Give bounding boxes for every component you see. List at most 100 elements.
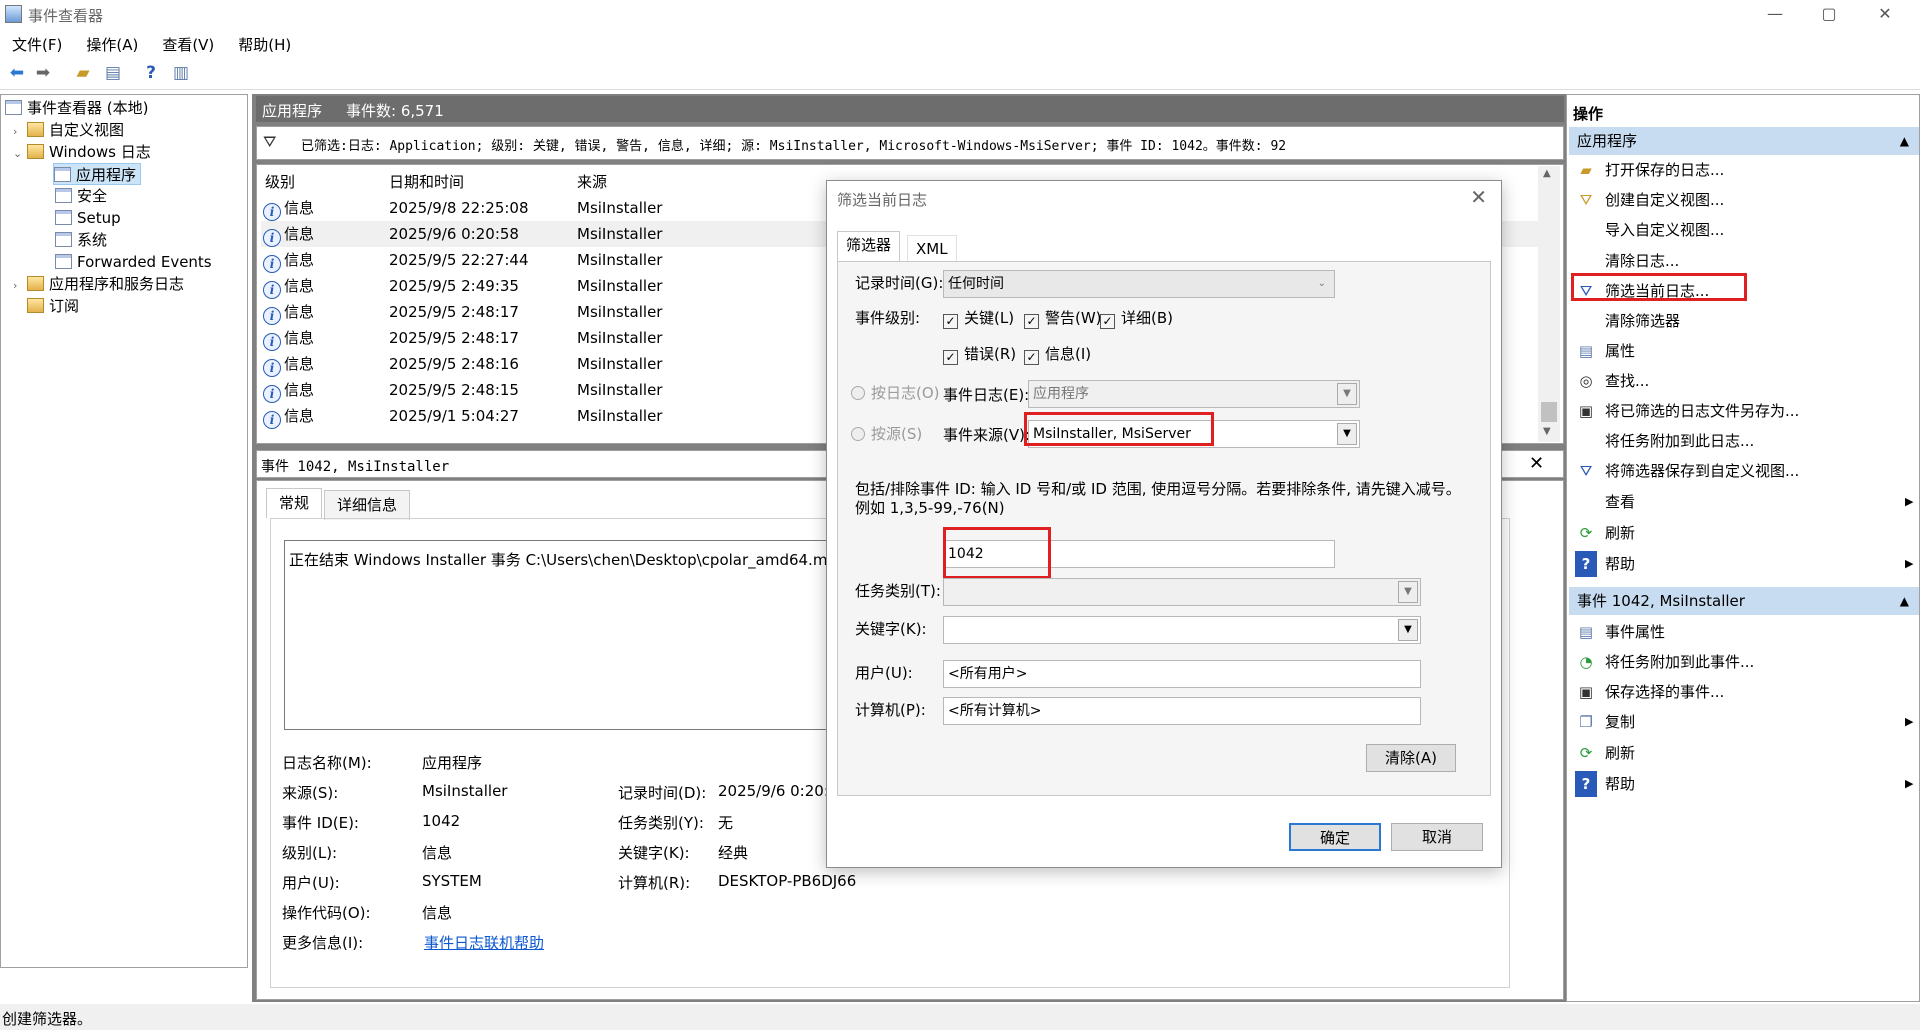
cancel-button[interactable]: 取消: [1391, 823, 1483, 851]
action-view[interactable]: 查看 ▶: [1575, 489, 1913, 515]
menu-view[interactable]: 查看(V): [150, 30, 226, 56]
action-clear-log[interactable]: 清除日志...: [1575, 248, 1679, 274]
chevron-down-icon[interactable]: ▼: [1337, 423, 1357, 445]
dialog-close-icon[interactable]: ✕: [1470, 185, 1487, 209]
tree-subscriptions[interactable]: 订阅: [27, 295, 79, 317]
task-category-dropdown[interactable]: ▼: [943, 578, 1421, 606]
action-label: 导入自定义视图...: [1605, 221, 1725, 239]
tab-general[interactable]: 常规: [266, 488, 323, 518]
action-properties[interactable]: ▤ 属性: [1575, 338, 1635, 364]
event-logs-dropdown[interactable]: 应用程序 ▼: [1028, 380, 1360, 408]
show-hide-action-pane-icon[interactable]: ▥: [170, 62, 192, 84]
action-refresh-event[interactable]: ⟳ 刷新: [1575, 740, 1635, 766]
action-help-event[interactable]: ? 帮助 ▶: [1575, 771, 1913, 797]
maximize-button[interactable]: ▢: [1804, 2, 1854, 26]
action-attach-task-to-event[interactable]: ◔ 将任务附加到此事件...: [1575, 649, 1754, 675]
row-datetime: 2025/9/6 0:20:58: [389, 225, 519, 243]
action-find[interactable]: ◎ 查找...: [1575, 368, 1649, 394]
event-list-scrollbar[interactable]: ▲ ▼: [1538, 166, 1560, 442]
tree-item-setup[interactable]: Setup: [55, 207, 121, 229]
column-datetime[interactable]: 日期和时间: [389, 171, 464, 192]
collapse-arrow-icon[interactable]: ⌄: [13, 143, 27, 165]
actions-section-application[interactable]: 应用程序 ▲: [1569, 127, 1919, 155]
action-import-custom-view[interactable]: 导入自定义视图...: [1575, 217, 1724, 243]
close-button[interactable]: ✕: [1860, 2, 1910, 26]
scroll-up-icon[interactable]: ▲: [1543, 168, 1551, 179]
checkbox-verbose[interactable]: ✓ 详细(B): [1100, 307, 1173, 329]
action-save-selected-events[interactable]: ▣ 保存选择的事件...: [1575, 679, 1724, 705]
tree-custom-views[interactable]: › 自定义视图: [13, 119, 124, 141]
column-level[interactable]: 级别: [265, 171, 295, 192]
tree-windows-logs[interactable]: ⌄ Windows 日志: [13, 141, 151, 163]
label-task-category: 任务类别(Y):: [618, 814, 704, 832]
tree-item-application[interactable]: 应用程序: [53, 163, 142, 185]
tree-item-forwarded-events[interactable]: Forwarded Events: [55, 251, 212, 273]
tab-xml[interactable]: XML: [907, 235, 957, 263]
checkbox-critical[interactable]: ✓ 关键(L): [943, 307, 1014, 329]
logged-dropdown[interactable]: 任何时间 ⌄: [943, 270, 1335, 298]
event-detail-title: 事件 1042, MsiInstaller: [261, 459, 450, 475]
action-event-properties[interactable]: ▤ 事件属性: [1575, 619, 1665, 645]
back-arrow-icon[interactable]: ⬅: [6, 62, 28, 84]
action-refresh[interactable]: ⟳ 刷新: [1575, 520, 1635, 546]
column-source[interactable]: 来源: [577, 171, 607, 192]
scrollbar-thumb[interactable]: [1541, 402, 1557, 422]
menu-action[interactable]: 操作(A): [74, 30, 150, 56]
collapse-section-icon[interactable]: ▲: [1900, 127, 1909, 155]
actions-section-event[interactable]: 事件 1042, MsiInstaller ▲: [1569, 587, 1919, 615]
keywords-dropdown[interactable]: ▼: [943, 616, 1421, 644]
up-folder-icon[interactable]: ▰: [72, 62, 94, 84]
radio-by-source[interactable]: 按源(S): [851, 423, 922, 444]
checkbox-warning-label: 警告(W): [1045, 309, 1102, 327]
label-user: 用户(U):: [855, 664, 913, 682]
action-attach-task-to-log[interactable]: 将任务附加到此日志...: [1575, 428, 1754, 454]
tree-item-security[interactable]: 安全: [55, 185, 107, 207]
collapse-section-icon[interactable]: ▲: [1900, 587, 1909, 615]
label-source: 来源(S):: [282, 784, 339, 802]
tree-root[interactable]: 事件查看器 (本地): [5, 97, 148, 119]
chevron-down-icon[interactable]: ▼: [1398, 619, 1418, 641]
user-input[interactable]: <所有用户>: [943, 660, 1421, 688]
tree-item-security-label: 安全: [77, 187, 108, 205]
radio-by-source-label: 按源(S): [871, 425, 923, 443]
computer-input[interactable]: <所有计算机>: [943, 697, 1421, 725]
folder-icon: [27, 276, 44, 291]
action-save-filtered-log[interactable]: ▣ 将已筛选的日志文件另存为...: [1575, 398, 1799, 424]
help-icon[interactable]: ?: [140, 62, 162, 84]
action-copy[interactable]: ❐ 复制 ▶: [1575, 709, 1913, 735]
action-clear-filter[interactable]: 清除筛选器: [1575, 308, 1680, 334]
menu-help[interactable]: 帮助(H): [226, 30, 303, 56]
action-save-filter-to-custom-view[interactable]: ⛛ 将筛选器保存到自定义视图...: [1575, 458, 1800, 484]
log-title: 应用程序: [262, 102, 323, 120]
radio-by-log[interactable]: 按日志(O): [851, 382, 940, 403]
scroll-down-icon[interactable]: ▼: [1543, 426, 1551, 437]
clear-button[interactable]: 清除(A): [1366, 744, 1456, 772]
chevron-down-icon[interactable]: ▼: [1398, 581, 1418, 603]
action-label: 清除日志...: [1605, 252, 1680, 270]
event-log-online-help-link[interactable]: 事件日志联机帮助: [424, 932, 544, 953]
minimize-button[interactable]: —: [1750, 2, 1800, 26]
checkbox-information[interactable]: ✓ 信息(I): [1024, 343, 1091, 365]
checkbox-checked-icon: ✓: [1024, 350, 1039, 365]
action-open-saved-log[interactable]: ▰ 打开保存的日志...: [1575, 157, 1724, 183]
chevron-down-icon[interactable]: ▼: [1337, 383, 1357, 405]
folder-icon: [27, 122, 44, 137]
expand-arrow-icon[interactable]: ›: [13, 121, 27, 143]
expand-arrow-icon[interactable]: ›: [13, 275, 27, 297]
menu-file[interactable]: 文件(F): [0, 30, 74, 56]
detail-close-icon[interactable]: ✕: [1529, 453, 1544, 474]
action-create-custom-view[interactable]: ⛛ 创建自定义视图...: [1575, 187, 1725, 213]
event-description[interactable]: 正在结束 Windows Installer 事务 C:\Users\chen\…: [284, 540, 904, 730]
show-hide-tree-icon[interactable]: ▤: [102, 62, 124, 84]
tab-filter[interactable]: 筛选器: [837, 231, 901, 261]
tab-details[interactable]: 详细信息: [324, 490, 411, 520]
section-event-label: 事件 1042, MsiInstaller: [1577, 592, 1745, 610]
checkbox-error[interactable]: ✓ 错误(R): [943, 343, 1016, 365]
tree-apps-services-logs[interactable]: › 应用程序和服务日志: [13, 273, 184, 295]
ok-button[interactable]: 确定: [1289, 823, 1381, 851]
forward-arrow-icon[interactable]: ➡: [32, 62, 54, 84]
tree-item-system[interactable]: 系统: [55, 229, 107, 251]
value-computer: DESKTOP-PB6DJ66: [718, 872, 857, 890]
action-help[interactable]: ? 帮助 ▶: [1575, 551, 1913, 577]
checkbox-warning[interactable]: ✓ 警告(W): [1024, 307, 1102, 329]
